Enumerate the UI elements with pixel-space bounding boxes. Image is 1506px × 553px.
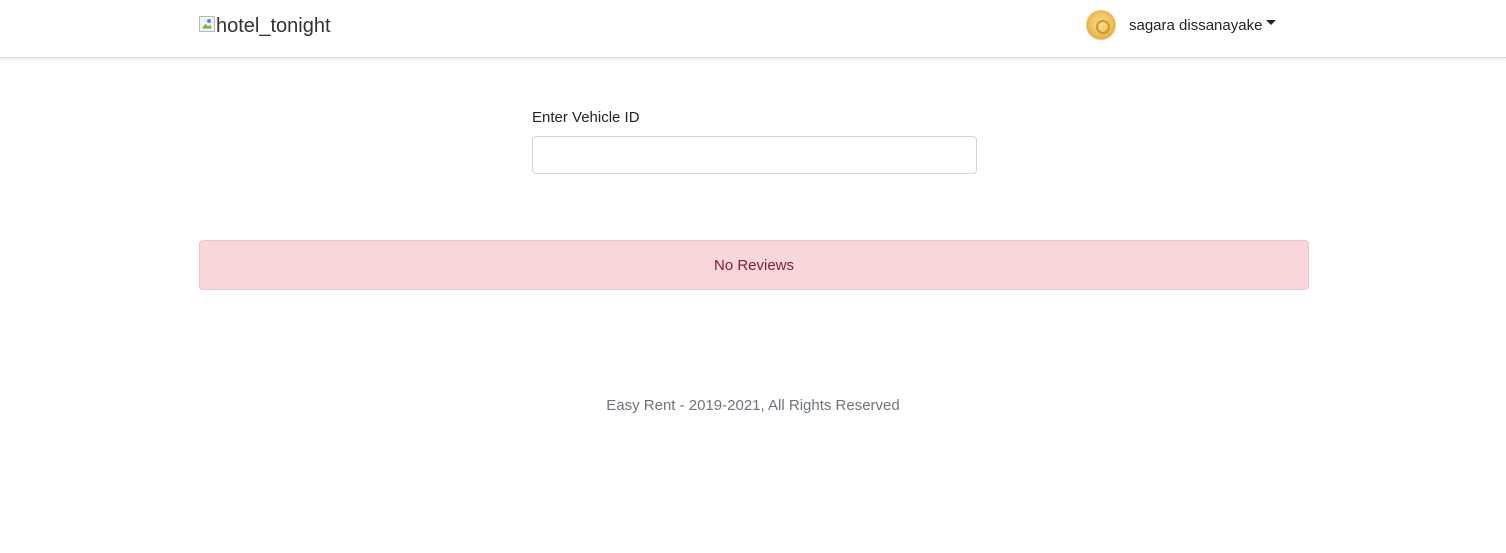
vehicle-id-form-group: Enter Vehicle ID: [532, 109, 977, 174]
vehicle-id-label: Enter Vehicle ID: [532, 109, 640, 126]
user-name: sagara dissanayake: [1129, 16, 1263, 34]
user-avatar: [1086, 10, 1116, 40]
footer-copyright: Easy Rent - 2019-2021, All Rights Reserv…: [606, 397, 900, 414]
navbar: hotel_tonight sagara dissanayake: [0, 0, 1506, 58]
alert-message: No Reviews: [713, 256, 795, 274]
brand-logo-link[interactable]: hotel_tonight: [199, 12, 331, 37]
broken-image-icon: [199, 15, 215, 32]
vehicle-id-input[interactable]: [532, 136, 977, 174]
user-dropdown-toggle[interactable]: sagara dissanayake: [1086, 10, 1277, 40]
footer: Easy Rent - 2019-2021, All Rights Reserv…: [0, 397, 1506, 414]
caret-down-icon: [1266, 19, 1277, 25]
no-reviews-alert: No Reviews: [199, 240, 1309, 290]
brand-logo-alt-text: hotel_tonight: [216, 15, 331, 37]
